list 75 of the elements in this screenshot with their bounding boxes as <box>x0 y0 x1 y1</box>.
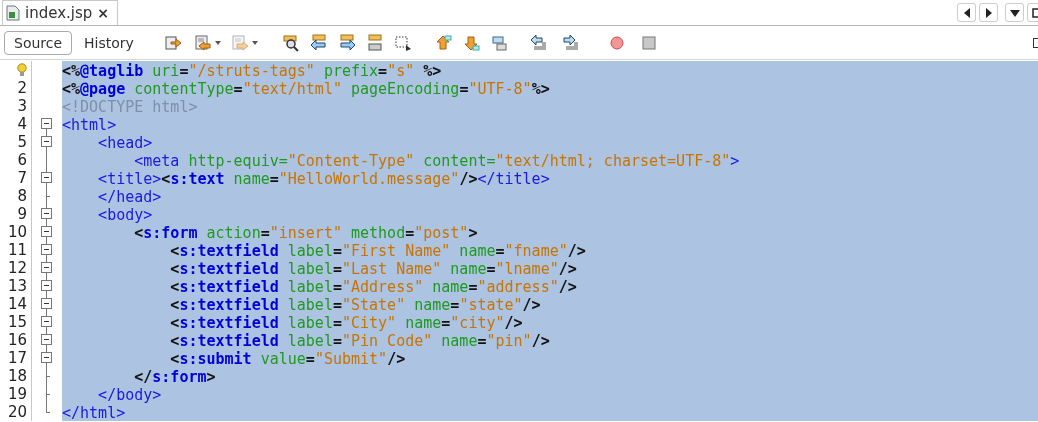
fold-toggle-icon[interactable] <box>41 280 52 291</box>
search-icon[interactable] <box>281 33 300 52</box>
code-line: <s:textfield label="City" name="city"/> <box>169 314 523 332</box>
line-number: 17 <box>7 349 27 367</box>
lightbulb-icon[interactable] <box>17 63 27 77</box>
shift-left-icon[interactable] <box>529 33 548 52</box>
down-triangle-icon <box>1009 8 1020 17</box>
close-icon[interactable]: × <box>97 5 110 21</box>
code-line: <s:submit value="Submit"/> <box>169 350 406 368</box>
code-line: <%@page contentType="text/html" pageEncoding="UTF-8"%> <box>62 80 550 98</box>
line-number: 12 <box>7 259 27 277</box>
next-match-icon[interactable] <box>337 33 356 52</box>
fold-toggle-icon[interactable] <box>41 136 52 147</box>
dropdown-button[interactable] <box>1005 3 1024 22</box>
code-line: </body> <box>97 386 162 404</box>
tab-title: index.jsp <box>25 4 93 22</box>
line-number: 11 <box>7 241 27 259</box>
code-line: <s:textfield label="State" name="state"/> <box>169 296 541 314</box>
code-line: <s:textfield label="Address" name="address"/> <box>169 278 577 296</box>
code-line: <s:textfield label="Pin Code" name="pin"/> <box>169 332 550 350</box>
code-line: <title><s:text name="HelloWorld.message"/></title> <box>97 170 550 188</box>
fold-toggle-icon[interactable] <box>41 352 52 363</box>
line-number: 7 <box>17 169 27 187</box>
view-tab[interactable]: Source <box>4 30 73 55</box>
stop-icon[interactable] <box>639 33 658 52</box>
file-tab[interactable]: index.jsp × <box>2 0 119 25</box>
left-triangle-icon <box>962 7 971 18</box>
line-number: 16 <box>7 331 27 349</box>
fold-toggle-icon[interactable] <box>41 244 52 255</box>
fold-toggle-icon[interactable] <box>41 208 52 219</box>
fold-toggle-icon[interactable] <box>41 316 52 327</box>
shift-right-icon[interactable] <box>561 33 580 52</box>
view-tab[interactable]: History <box>74 30 144 55</box>
line-number: 9 <box>17 205 27 223</box>
code-line: <s:textfield label="First Name" name="fname"/> <box>169 242 586 260</box>
selection-icon[interactable] <box>393 33 412 52</box>
previous-match-icon[interactable] <box>309 33 328 52</box>
line-number: 18 <box>7 367 27 385</box>
line-number: 2 <box>17 79 27 97</box>
code-line: </head> <box>97 188 162 206</box>
fold-toggle-icon[interactable] <box>41 262 52 273</box>
line-number: 19 <box>7 385 27 403</box>
code-line: <meta http-equiv="Content-Type" content="text/html; charset=UTF-8"> <box>133 152 740 170</box>
caret-icon[interactable] <box>251 40 258 45</box>
fold-toggle-icon[interactable] <box>41 118 52 129</box>
line-number: 20 <box>7 403 27 421</box>
fold-toggle-icon[interactable] <box>41 298 52 309</box>
file-icon <box>6 5 20 21</box>
fold-toggle-icon[interactable] <box>41 334 52 345</box>
line-number: 4 <box>17 115 27 133</box>
code-line: <%@taglib uri="/struts-tags" prefix="s" %> <box>62 62 442 80</box>
line-number: 8 <box>17 187 27 205</box>
line-number: 14 <box>7 295 27 313</box>
code-line: <html> <box>62 116 117 134</box>
code-line: <head> <box>97 134 153 152</box>
right-triangle-icon <box>984 7 993 18</box>
code-line: <s:textfield label="Last Name" name="lname"/> <box>169 260 577 278</box>
scroll-right-button[interactable] <box>979 3 998 22</box>
options-icon[interactable] <box>1033 38 1038 48</box>
line-number: 3 <box>17 97 27 115</box>
line-number: 6 <box>17 151 27 169</box>
code-line: <s:form action="insert" method="post"> <box>133 224 478 242</box>
line-number: 13 <box>7 277 27 295</box>
fold-toggle-icon[interactable] <box>41 226 52 237</box>
scroll-left-button[interactable] <box>957 3 976 22</box>
code-line: </s:form> <box>133 368 216 386</box>
line-number: 15 <box>7 313 27 331</box>
back-page-icon[interactable] <box>193 33 212 52</box>
fold-toggle-icon[interactable] <box>41 172 52 183</box>
line-number: 5 <box>17 133 27 151</box>
line-number: 10 <box>7 223 27 241</box>
code-line: <body> <box>97 206 153 224</box>
code-line: </html> <box>62 404 126 422</box>
record-icon[interactable] <box>607 33 626 52</box>
caret-icon[interactable] <box>214 40 221 45</box>
